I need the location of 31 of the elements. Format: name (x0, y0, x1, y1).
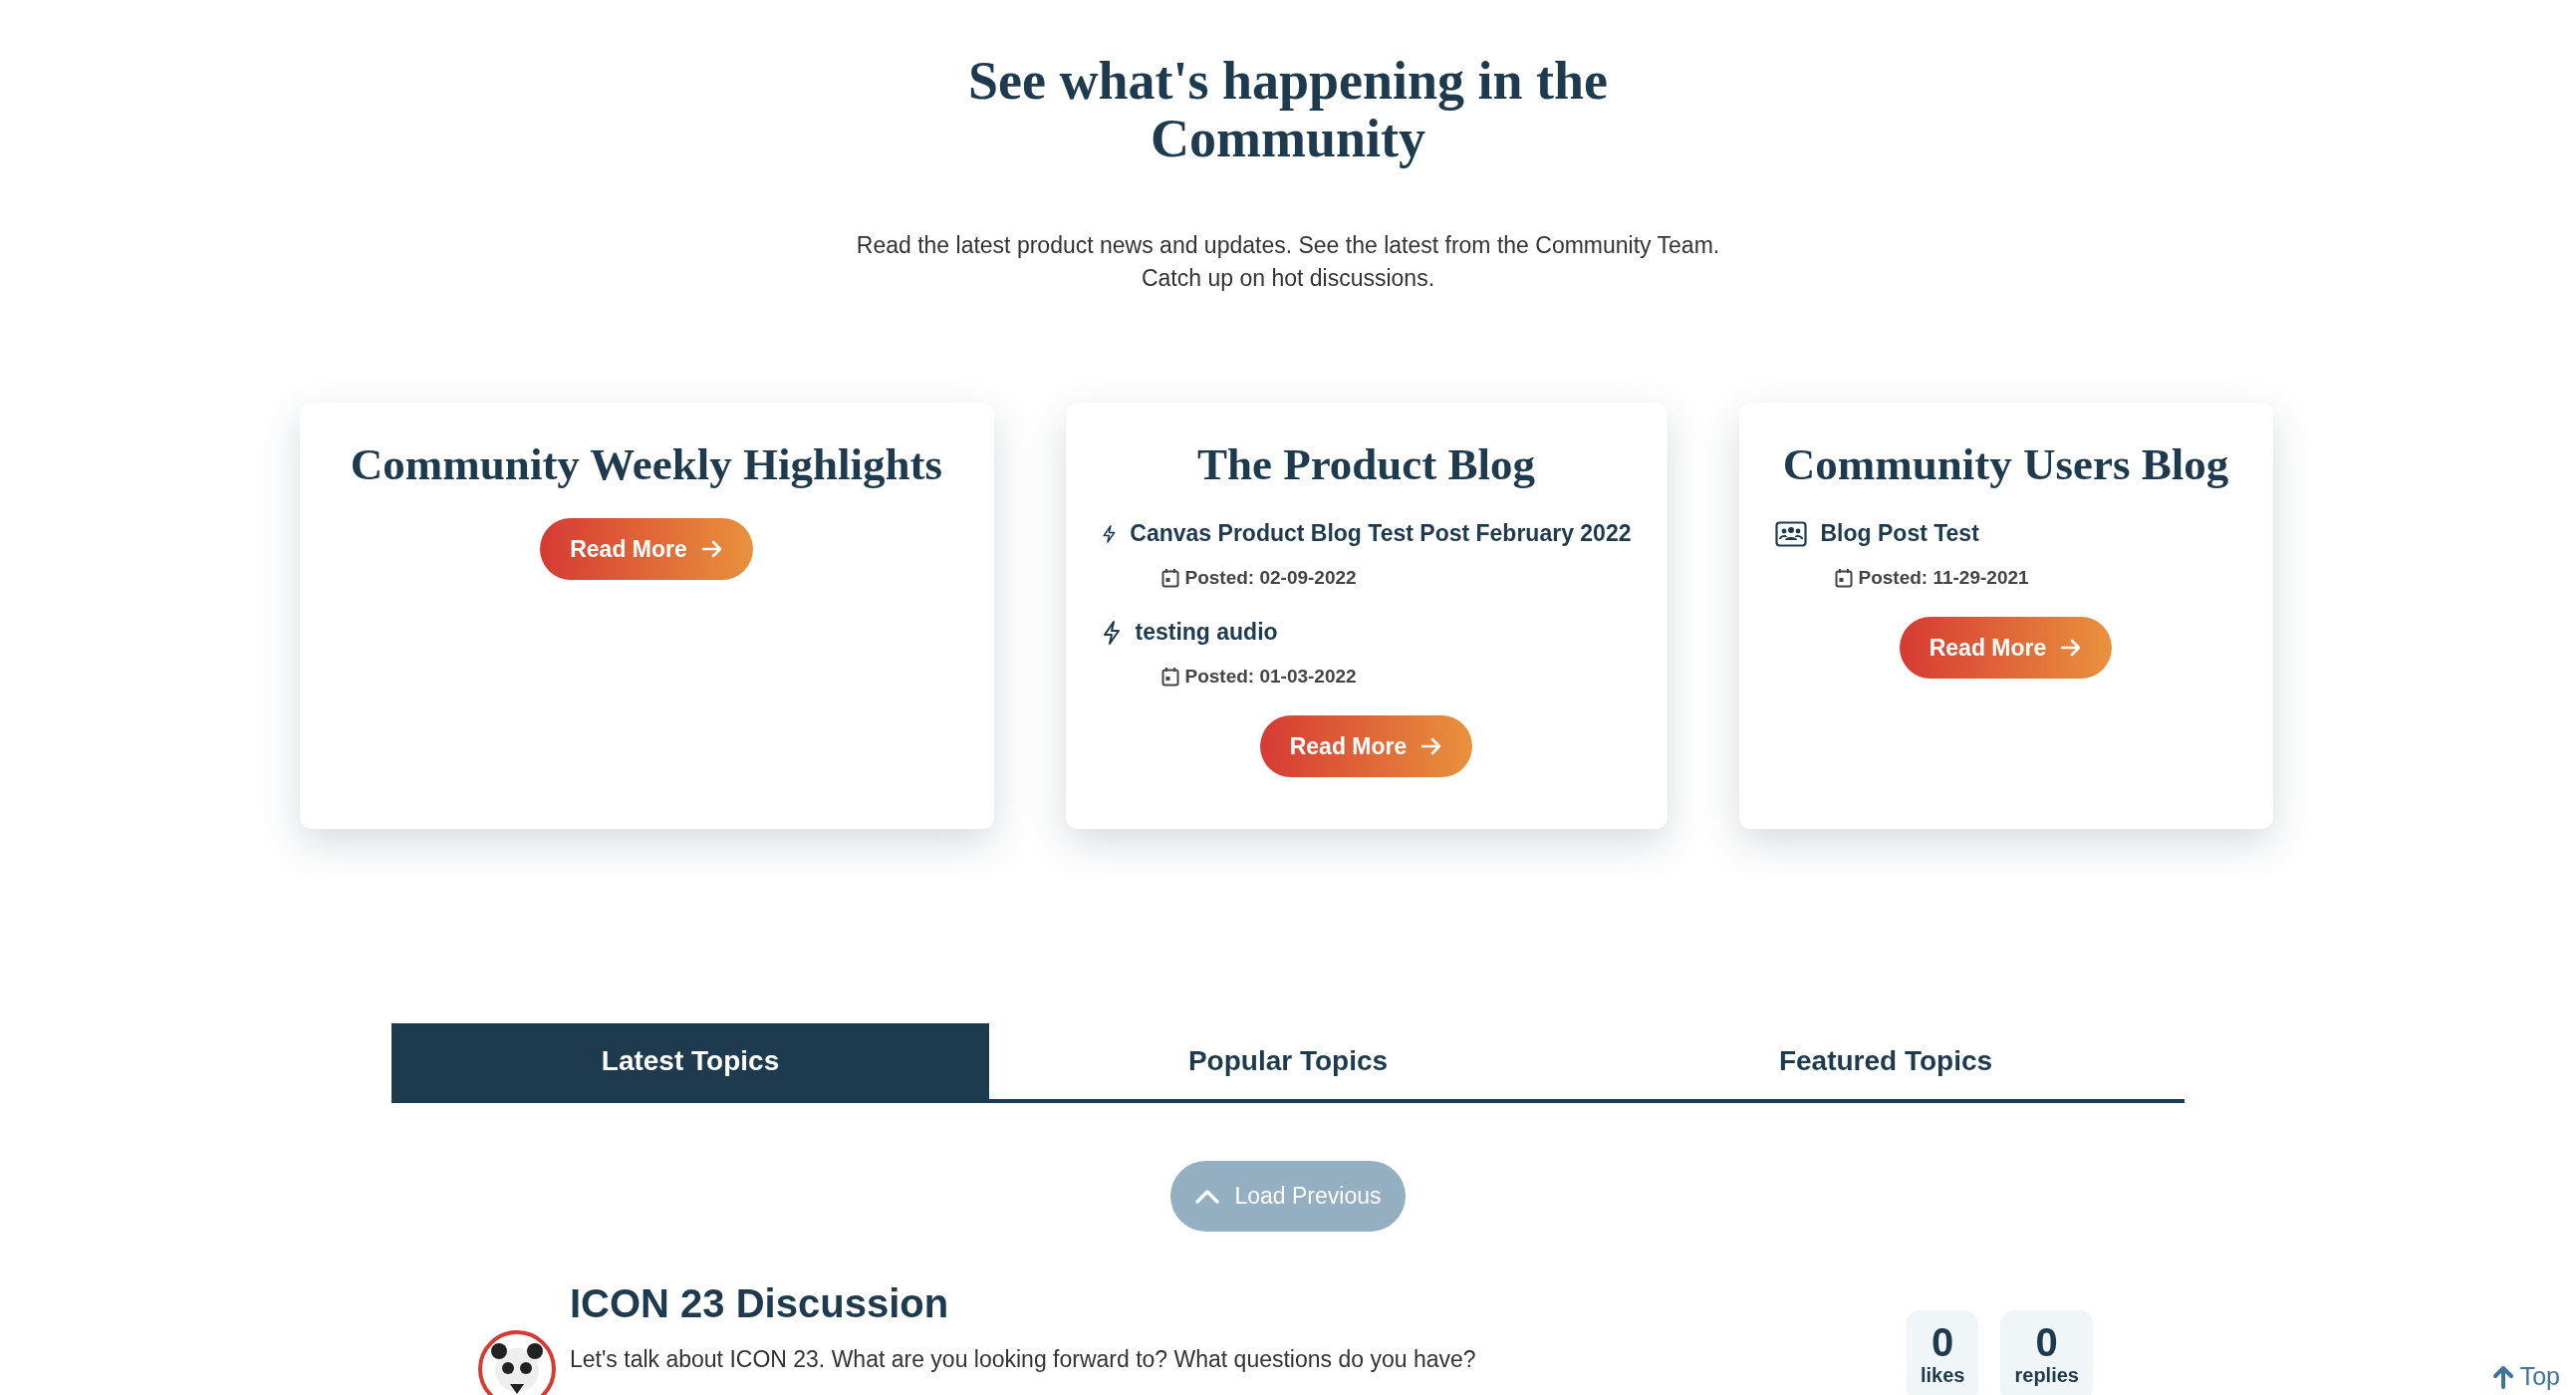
topics-tab[interactable]: Latest Topics (391, 1023, 989, 1099)
calendar-icon (1834, 568, 1853, 588)
topic-description: Let's talk about ICON 23. What are you looking forward to? What questions do you have? (570, 1346, 1477, 1373)
arrow-right-icon (1420, 736, 1443, 756)
lightning-icon (1101, 619, 1122, 646)
calendar-icon (1160, 667, 1179, 687)
card-title: Community Weekly Highlights (350, 438, 943, 490)
arrow-right-icon (700, 539, 723, 559)
post-link[interactable]: Blog Post Test (1820, 520, 1979, 547)
arrow-up-icon (2491, 1364, 2514, 1389)
card-title: The Product Blog (1196, 438, 1536, 490)
posted-date: Posted: 01-03-2022 (1184, 666, 1357, 688)
topic-title[interactable]: ICON 23 Discussion (570, 1281, 1895, 1326)
people-icon (1774, 520, 1807, 547)
chevron-up-icon (1194, 1188, 1221, 1205)
card-title: Community Users Blog (1782, 438, 2229, 490)
posted-date: Posted: 11-29-2021 (1858, 567, 2029, 589)
posted-date: Posted: 02-09-2022 (1184, 567, 1357, 589)
arrow-right-icon (2060, 638, 2083, 658)
replies-count: 0 replies (2000, 1310, 2093, 1395)
back-to-top-link[interactable]: Top (2491, 1362, 2560, 1391)
post-link[interactable]: Canvas Product Blog Test Post February 2022 (1130, 520, 1632, 547)
read-more-button[interactable]: Read More (540, 518, 753, 580)
section-title: See what's happening in the Community (966, 52, 1610, 167)
read-more-button[interactable]: Read More (1899, 617, 2113, 679)
avatar[interactable] (478, 1330, 556, 1395)
post-link[interactable]: testing audio (1135, 619, 1278, 646)
read-more-button[interactable]: Read More (1259, 715, 1473, 777)
section-subtitle: Read the latest product news and updates. See the latest from the Community Team. Catch up on hot discussions. (855, 231, 1721, 293)
likes-count: 0 likes (1907, 1310, 1979, 1395)
calendar-icon (1160, 568, 1179, 588)
